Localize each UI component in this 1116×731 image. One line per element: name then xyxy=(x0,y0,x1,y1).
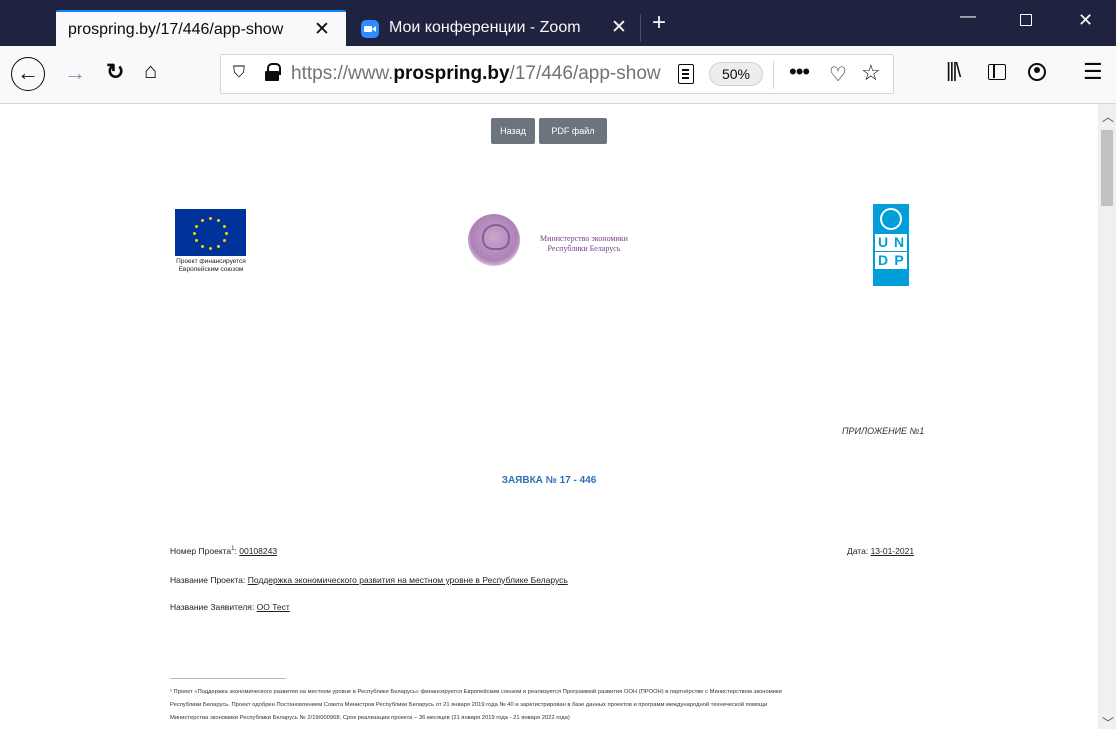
navigation-toolbar: ← → ↻ ⌂ ⛉ https://www.prospring.by/17/44… xyxy=(0,46,1116,104)
page-actions-more-icon[interactable]: ••• xyxy=(789,59,810,85)
bookmark-star-icon[interactable]: ☆ xyxy=(861,60,881,86)
address-bar[interactable]: ⛉ https://www.prospring.by/17/446/app-sh… xyxy=(220,54,894,94)
applicant-value: ОО Тест xyxy=(256,602,290,612)
page-viewport: Назад PDF файл Проект финансируется Евро… xyxy=(0,104,1098,729)
reload-icon[interactable]: ↻ xyxy=(106,59,124,85)
project-number-row: Номер Проекта1: 00108243 xyxy=(170,546,278,556)
vertical-scrollbar[interactable]: ︿ ﹀ xyxy=(1098,104,1116,731)
back-button[interactable]: Назад xyxy=(491,118,535,144)
date-row: Дата: 13-01-2021 xyxy=(847,546,914,556)
tracking-shield-icon[interactable]: ⛉ xyxy=(233,64,245,82)
tab-divider xyxy=(640,14,641,42)
undp-letter: P xyxy=(891,252,907,269)
date-value: 13-01-2021 xyxy=(870,546,915,556)
annex-label: ПРИЛОЖЕНИЕ №1 xyxy=(842,426,925,436)
undp-letter: U xyxy=(875,234,891,251)
hamburger-menu-icon[interactable]: ☰ xyxy=(1083,59,1103,85)
footnote-divider xyxy=(170,678,286,679)
reader-view-icon[interactable] xyxy=(678,64,694,84)
tab-title: prospring.by/17/446/app-show xyxy=(68,21,284,38)
applicant-label: Название Заявителя: xyxy=(170,602,255,612)
pocket-icon[interactable]: ♡ xyxy=(829,62,847,87)
url-text[interactable]: https://www.prospring.by/17/446/app-show xyxy=(291,63,661,85)
project-name-value: Поддержка экономического развития на мес… xyxy=(247,575,568,585)
undp-letter: N xyxy=(891,234,907,251)
zoom-favicon-icon xyxy=(361,20,379,38)
new-tab-plus-icon[interactable]: + xyxy=(652,11,666,35)
back-arrow-icon[interactable]: ← xyxy=(11,57,45,91)
tab-title: Мои конференции - Zoom xyxy=(389,19,581,36)
pdf-button[interactable]: PDF файл xyxy=(539,118,607,144)
footnote-line: Министерства экономики Республики Белару… xyxy=(170,715,570,721)
window-maximize-icon[interactable] xyxy=(1020,10,1032,26)
scrollbar-thumb[interactable] xyxy=(1101,130,1113,206)
project-number-label: Номер Проекта xyxy=(170,546,232,556)
eu-caption: Проект финансируется Европейским союзом xyxy=(176,258,246,273)
undp-letter: D xyxy=(875,252,891,269)
zoom-level-badge[interactable]: 50% xyxy=(709,62,763,86)
library-icon[interactable]: |||\ xyxy=(946,60,961,83)
url-path: /17/446/app-show xyxy=(509,63,661,84)
footnote-line: ¹ Проект «Поддержка экономического разви… xyxy=(170,689,782,695)
belarus-emblem-logo xyxy=(468,214,520,266)
applicant-row: Название Заявителя: ОО Тест xyxy=(170,602,290,612)
window-minimize-icon[interactable]: — xyxy=(960,8,976,26)
window-close-icon[interactable]: ✕ xyxy=(1078,10,1093,31)
footnote-line: Республики Беларусь. Проект одобрен Пост… xyxy=(170,702,768,708)
tab-close-icon[interactable]: ✕ xyxy=(611,18,627,37)
scroll-up-arrow-icon[interactable]: ︿ xyxy=(1102,108,1114,125)
account-icon[interactable] xyxy=(1028,63,1046,81)
ministry-name: Министерство экономики Республики Белару… xyxy=(540,234,628,253)
eu-flag-logo xyxy=(175,209,246,256)
url-scheme: https://www. xyxy=(291,63,394,84)
date-label: Дата: xyxy=(847,546,869,556)
scroll-down-arrow-icon[interactable]: ﹀ xyxy=(1102,714,1114,731)
project-number-value: 00108243 xyxy=(239,546,278,556)
footnote-ref[interactable]: 1 xyxy=(231,546,234,552)
project-name-label: Название Проекта: xyxy=(170,575,246,585)
footnote: ¹ Проект «Поддержка экономического разви… xyxy=(170,686,930,725)
sidebar-toggle-icon[interactable] xyxy=(988,64,1006,80)
url-divider xyxy=(773,61,774,89)
lock-icon[interactable] xyxy=(265,63,281,81)
tab-bar: prospring.by/17/446/app-show ✕ Мои конфе… xyxy=(0,0,1116,46)
undp-logo: U N D P xyxy=(873,204,909,286)
tab-zoom[interactable]: Мои конференции - Zoom ✕ xyxy=(349,10,639,46)
url-host: prospring.by xyxy=(393,63,510,84)
forward-arrow-icon[interactable]: → xyxy=(64,60,86,86)
home-icon[interactable]: ⌂ xyxy=(144,58,157,84)
un-globe-icon xyxy=(880,208,902,230)
tab-prospring[interactable]: prospring.by/17/446/app-show ✕ xyxy=(56,10,346,46)
project-name-row: Название Проекта: Поддержка экономическо… xyxy=(170,575,568,585)
application-title: ЗАЯВКА № 17 - 446 xyxy=(501,475,597,486)
tab-close-icon[interactable]: ✕ xyxy=(314,20,330,39)
